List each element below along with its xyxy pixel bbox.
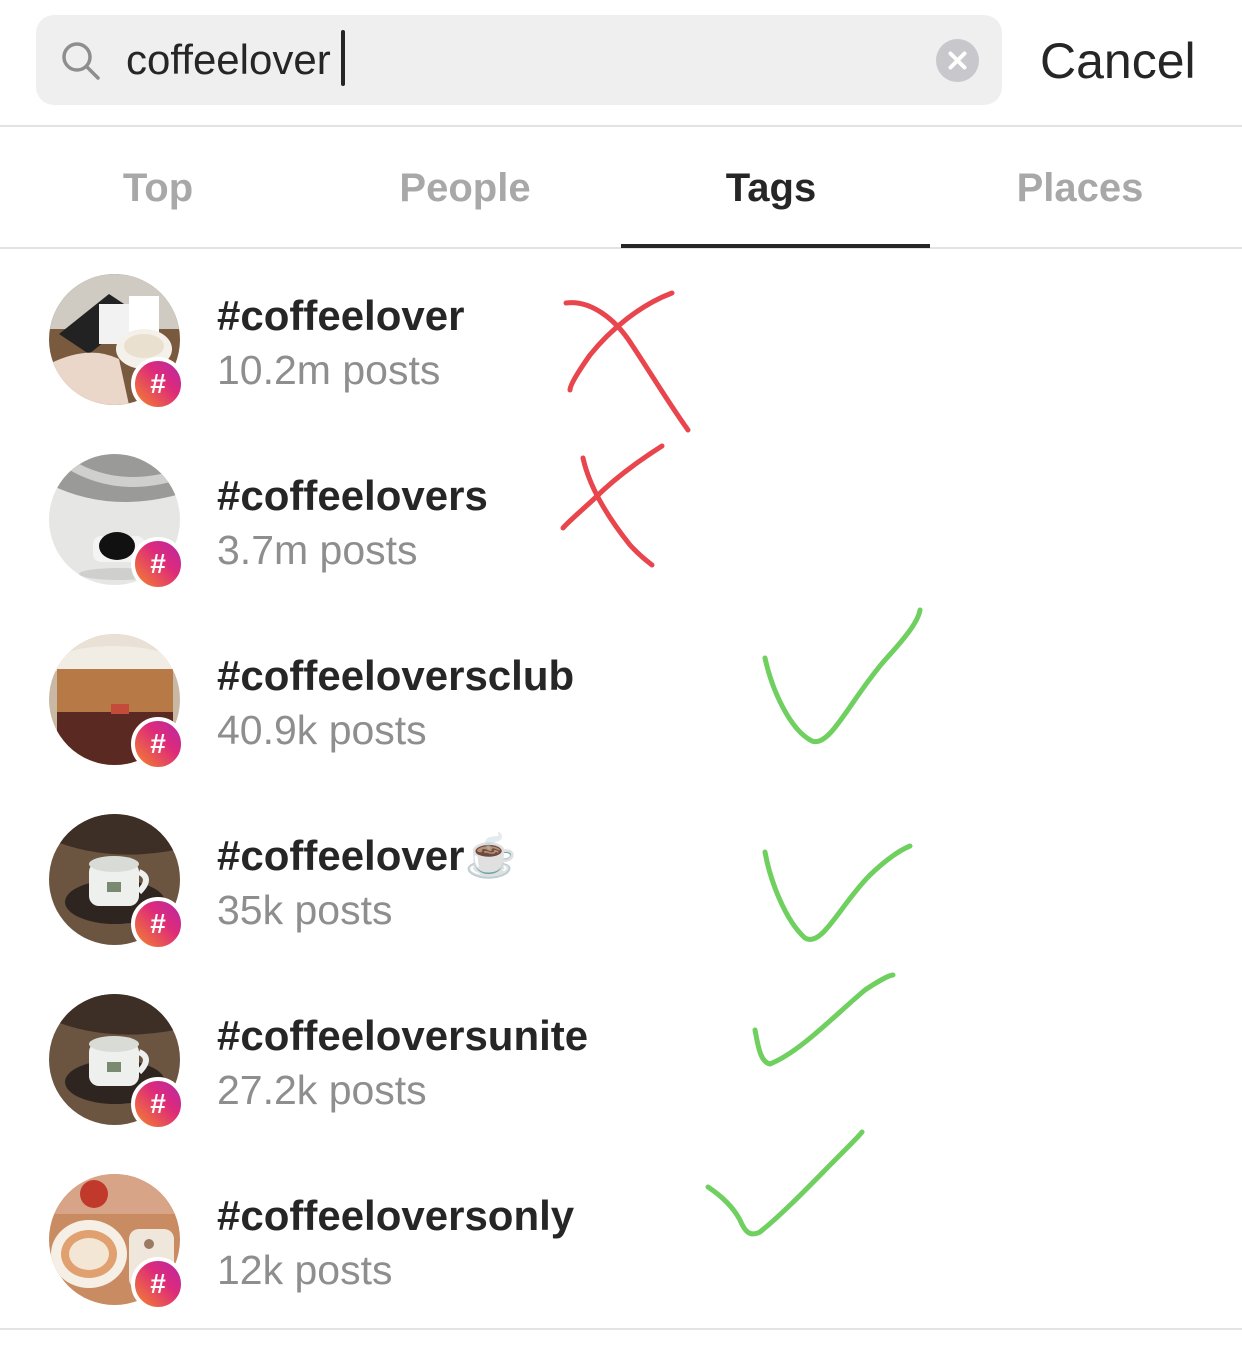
tag-post-count: 12k posts [217,1247,393,1293]
tag-post-count: 40.9k posts [217,707,427,753]
tag-name: #coffeelover☕️ [217,832,517,879]
tag-post-count: 3.7m posts [217,527,418,573]
tag-result-row[interactable]: # #coffeeloversonly 12k posts [0,1152,1242,1332]
cancel-button[interactable]: Cancel [1040,32,1196,90]
hashtag-badge-icon: # [131,1077,185,1131]
hashtag-badge-icon: # [131,897,185,951]
tag-result-row[interactable]: # #coffeeloversunite 27.2k posts [0,972,1242,1152]
tab-top[interactable]: Top [4,160,312,216]
tag-post-count: 10.2m posts [217,347,441,393]
hashtag-badge-icon: # [131,537,185,591]
hashtag-badge-icon: # [131,717,185,771]
tag-post-count: 35k posts [217,887,393,933]
tag-name: #coffeelovers [217,472,488,519]
tag-result-row[interactable]: # #coffeeloversclub 40.9k posts [0,612,1242,792]
hashtag-badge-icon: # [131,357,185,411]
tag-name: #coffeelover [217,292,465,339]
tag-name: #coffeeloversonly [217,1192,575,1239]
tag-result-row[interactable]: # #coffeelovers 3.7m posts [0,432,1242,612]
tag-name: #coffeeloversclub [217,652,575,699]
tab-places[interactable]: Places [926,160,1234,216]
tag-post-count: 27.2k posts [217,1067,427,1113]
header-divider [0,125,1242,127]
clear-icon [948,51,967,70]
hashtag-badge-icon: # [131,1257,185,1311]
active-tab-indicator [621,244,930,248]
text-caret [341,30,345,86]
tag-result-row[interactable]: # #coffeelover☕️ 35k posts [0,792,1242,972]
search-input[interactable] [126,30,906,90]
tab-people[interactable]: People [311,160,619,216]
clear-search-button[interactable] [936,39,979,82]
tag-name: #coffeeloversunite [217,1012,589,1059]
tag-result-row[interactable]: # #coffeelover 10.2m posts [0,252,1242,432]
bottom-divider [0,1328,1242,1330]
search-icon [62,42,100,80]
tab-tags[interactable]: Tags [617,160,925,216]
